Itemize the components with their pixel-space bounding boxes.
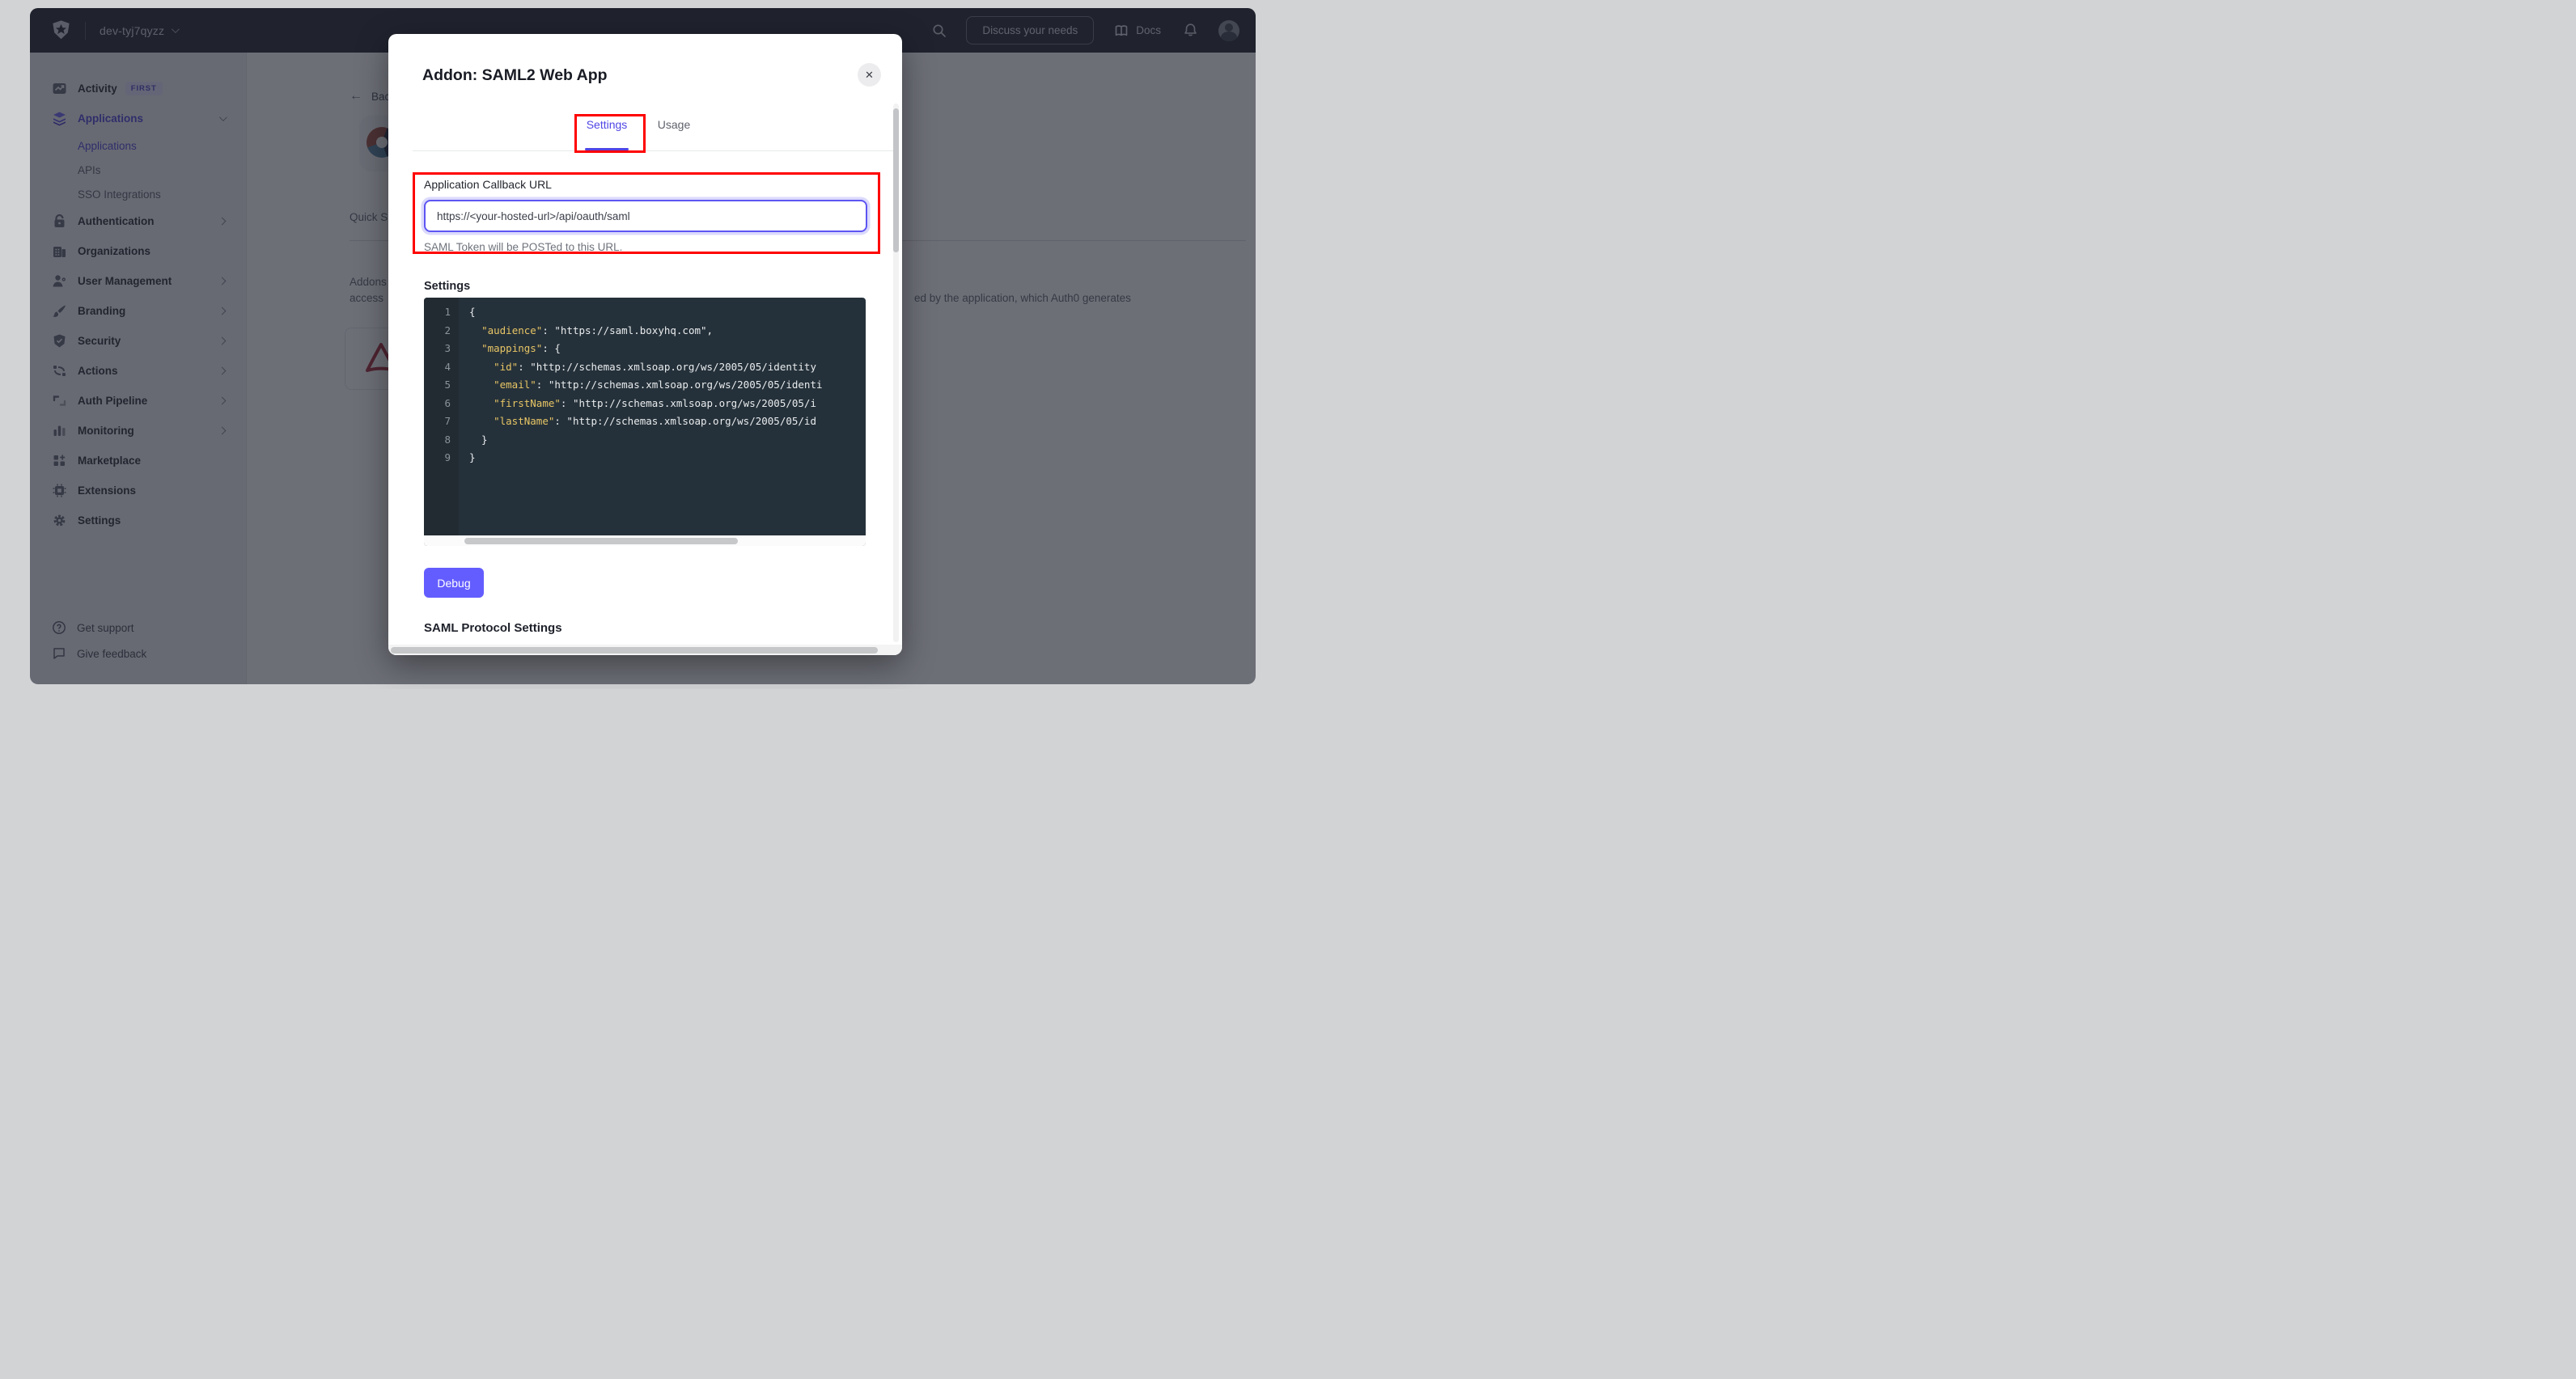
editor-code[interactable]: { "audience": "https://saml.boxyhq.com",… bbox=[459, 298, 866, 535]
modal-vertical-scroll-thumb[interactable] bbox=[893, 108, 899, 252]
settings-code-editor[interactable]: 123456789 { "audience": "https://saml.bo… bbox=[424, 298, 866, 546]
saml-protocol-settings-heading: SAML Protocol Settings bbox=[424, 621, 562, 635]
editor-scroll-thumb[interactable] bbox=[464, 538, 738, 544]
modal-horizontal-scrollbar[interactable] bbox=[388, 645, 902, 655]
annotation-box-settings-tab bbox=[574, 114, 646, 153]
settings-section-label: Settings bbox=[424, 280, 470, 293]
callback-url-input[interactable] bbox=[424, 200, 867, 232]
editor-horizontal-scrollbar[interactable] bbox=[424, 535, 866, 546]
callback-url-helper: SAML Token will be POSTed to this URL. bbox=[424, 241, 622, 253]
tab-usage[interactable]: Usage bbox=[648, 118, 700, 131]
debug-button[interactable]: Debug bbox=[424, 568, 484, 598]
tabs-divider bbox=[413, 150, 893, 151]
modal-title: Addon: SAML2 Web App bbox=[422, 66, 608, 85]
editor-line-numbers: 123456789 bbox=[424, 298, 459, 535]
callback-url-label: Application Callback URL bbox=[424, 178, 552, 191]
page: dev-tyj7qyzz Discuss your needs Docs bbox=[0, 0, 1288, 689]
close-icon[interactable]: ✕ bbox=[858, 63, 881, 87]
addon-modal: Addon: SAML2 Web App ✕ Settings Usage Ap… bbox=[388, 34, 902, 655]
modal-horizontal-scroll-thumb[interactable] bbox=[391, 647, 878, 654]
modal-vertical-scrollbar[interactable] bbox=[893, 104, 899, 642]
